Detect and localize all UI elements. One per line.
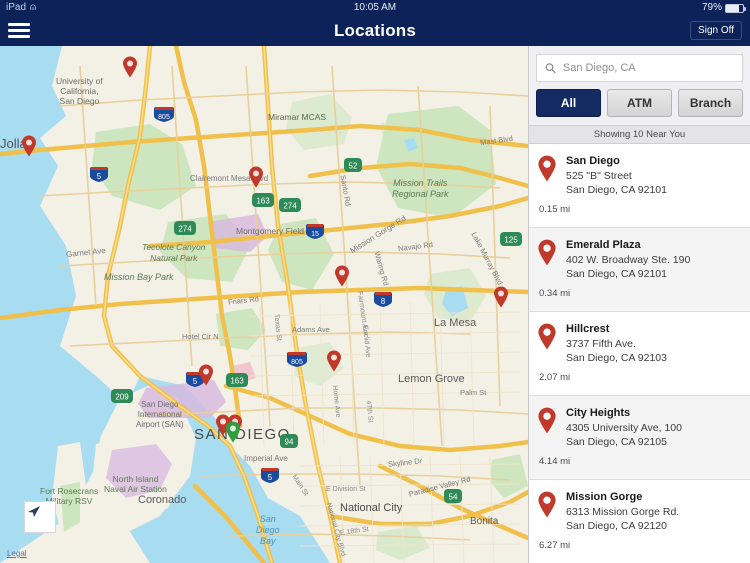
location-pin-icon xyxy=(537,321,559,365)
location-address-line2: San Diego, CA 92120 xyxy=(566,520,667,532)
filter-segmented-control: All ATM Branch xyxy=(529,89,750,125)
location-address-line2: San Diego, CA 92103 xyxy=(566,352,667,364)
current-location-button[interactable] xyxy=(24,501,56,533)
list-item[interactable]: City Heights 4305 University Ave, 100 Sa… xyxy=(529,396,750,480)
location-name: San Diego xyxy=(566,155,620,167)
location-address-line2: San Diego, CA 92101 xyxy=(566,184,667,196)
filter-branch-button[interactable]: Branch xyxy=(678,89,743,117)
location-address-line1: 4305 University Ave, 100 xyxy=(566,422,682,434)
battery-icon xyxy=(725,3,746,13)
filter-all-button[interactable]: All xyxy=(536,89,601,117)
location-distance: 6.27 mi xyxy=(539,540,571,551)
navigation-bar: Locations Sign Off xyxy=(0,16,750,46)
location-address-line2: San Diego, CA 92105 xyxy=(566,436,667,448)
location-pin-icon xyxy=(537,153,559,197)
legal-link[interactable]: Legal xyxy=(7,549,27,558)
search-box[interactable] xyxy=(536,54,743,82)
location-pin-icon xyxy=(537,237,559,281)
location-pin-icon xyxy=(537,405,559,449)
location-address-line1: 402 W. Broadway Ste. 190 xyxy=(566,254,691,266)
map-view[interactable]: University of California, San Diego Jolla … xyxy=(0,46,528,563)
location-name: Emerald Plaza xyxy=(566,239,641,251)
locations-panel: All ATM Branch Showing 10 Near You San D… xyxy=(528,46,750,563)
list-item[interactable]: San Diego 525 "B" Street San Diego, CA 9… xyxy=(529,144,750,228)
sign-off-button[interactable]: Sign Off xyxy=(690,21,742,40)
location-address-line1: 525 "B" Street xyxy=(566,170,632,182)
locations-list[interactable]: San Diego 525 "B" Street San Diego, CA 9… xyxy=(529,144,750,563)
location-name: City Heights xyxy=(566,407,631,419)
list-item[interactable]: Hillcrest 3737 Fifth Ave. San Diego, CA … xyxy=(529,312,750,396)
map-canvas xyxy=(0,46,528,563)
filter-atm-button[interactable]: ATM xyxy=(607,89,672,117)
location-distance: 4.14 mi xyxy=(539,456,571,467)
search-icon xyxy=(545,63,556,74)
status-bar: iPad ⍝ 10:05 AM 79% xyxy=(0,0,750,16)
page-title: Locations xyxy=(333,21,417,40)
status-bar-time: 10:05 AM xyxy=(353,2,397,13)
search-section xyxy=(529,46,750,89)
results-count-header: Showing 10 Near You xyxy=(529,125,750,144)
location-address-line2: San Diego, CA 92101 xyxy=(566,268,667,280)
location-address-line1: 3737 Fifth Ave. xyxy=(566,338,636,350)
location-name: Mission Gorge xyxy=(566,491,643,503)
location-distance: 2.07 mi xyxy=(539,372,571,383)
status-bar-right: 79% xyxy=(701,0,746,16)
battery-percent-label: 79% xyxy=(701,2,722,13)
location-distance: 0.15 mi xyxy=(539,204,571,215)
location-distance: 0.34 mi xyxy=(539,288,571,299)
locations-screen: iPad ⍝ 10:05 AM 79% Locations Sign Off U… xyxy=(0,0,750,563)
list-item[interactable]: Mission Gorge 6313 Mission Gorge Rd. San… xyxy=(529,480,750,563)
location-name: Hillcrest xyxy=(566,323,610,335)
location-address-line1: 6313 Mission Gorge Rd. xyxy=(566,506,680,518)
search-input[interactable] xyxy=(562,62,734,74)
list-item[interactable]: Emerald Plaza 402 W. Broadway Ste. 190 S… xyxy=(529,228,750,312)
current-location-arrow-icon xyxy=(28,506,40,517)
location-pin-icon xyxy=(537,489,559,533)
